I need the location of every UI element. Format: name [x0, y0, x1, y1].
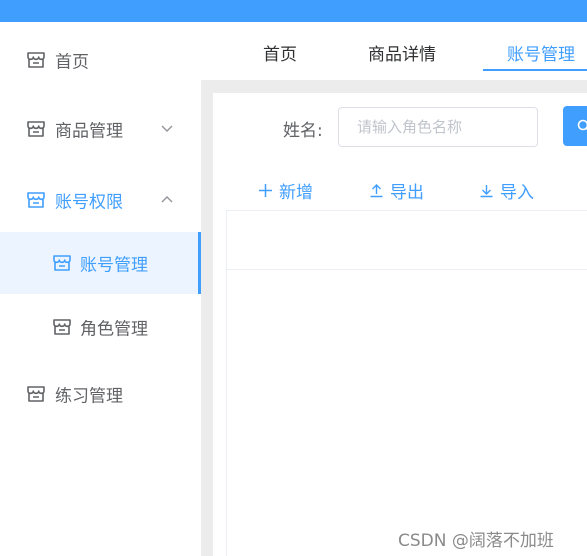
chevron-up-icon [161, 196, 173, 203]
sidebar-item-label: 角色管理 [80, 319, 148, 340]
store-icon [53, 255, 71, 271]
sidebar-item-label: 账号权限 [55, 192, 123, 213]
sidebar-item-label: 练习管理 [55, 386, 123, 407]
store-icon [27, 52, 45, 68]
store-icon [27, 192, 45, 208]
export-button[interactable]: 导出 [369, 178, 424, 203]
sidebar-item-product-management[interactable]: 商品管理 [0, 98, 201, 160]
add-label: 新增 [279, 183, 313, 203]
sidebar-item-practice-management[interactable]: 练习管理 [0, 363, 201, 425]
chevron-down-icon [161, 125, 173, 132]
import-button[interactable]: 导入 [479, 178, 534, 203]
add-button[interactable]: 新增 [258, 178, 313, 203]
sidebar-item-label: 账号管理 [80, 255, 148, 276]
plus-icon [259, 184, 272, 197]
tab-account-management[interactable]: 账号管理 [507, 40, 575, 65]
sidebar-item-account-permissions[interactable]: 账号权限 [0, 169, 201, 231]
store-icon [27, 121, 45, 137]
name-search-input[interactable] [338, 107, 538, 147]
name-label: 姓名: [283, 121, 323, 141]
sidebar-item-account-management[interactable]: 账号管理 [0, 232, 201, 294]
watermark: CSDN @阔落不加班 [398, 531, 554, 551]
sidebar-menu: 首页 商品管理 账号权限 账号管理 角色管理 练习管理 [0, 22, 201, 556]
sidebar-divider [201, 80, 213, 556]
store-icon [53, 319, 71, 335]
tab-home[interactable]: 首页 [263, 40, 297, 65]
top-header-bar [0, 0, 587, 22]
tab-product-detail[interactable]: 商品详情 [368, 40, 436, 65]
export-label: 导出 [390, 183, 424, 203]
search-button[interactable] [563, 106, 587, 146]
download-icon [480, 185, 493, 198]
nav-tabs: 首页 商品详情 账号管理 [201, 22, 587, 80]
store-icon [27, 386, 45, 402]
active-tab-indicator [483, 69, 587, 71]
sidebar-item-label: 首页 [55, 52, 89, 73]
data-table [226, 210, 587, 556]
sidebar-item-role-management[interactable]: 角色管理 [0, 296, 201, 358]
table-header [227, 211, 587, 270]
sidebar-item-label: 商品管理 [55, 121, 123, 142]
import-label: 导入 [500, 183, 534, 203]
search-icon [577, 119, 587, 131]
upload-icon [370, 184, 383, 198]
sidebar-item-home[interactable]: 首页 [0, 29, 201, 91]
